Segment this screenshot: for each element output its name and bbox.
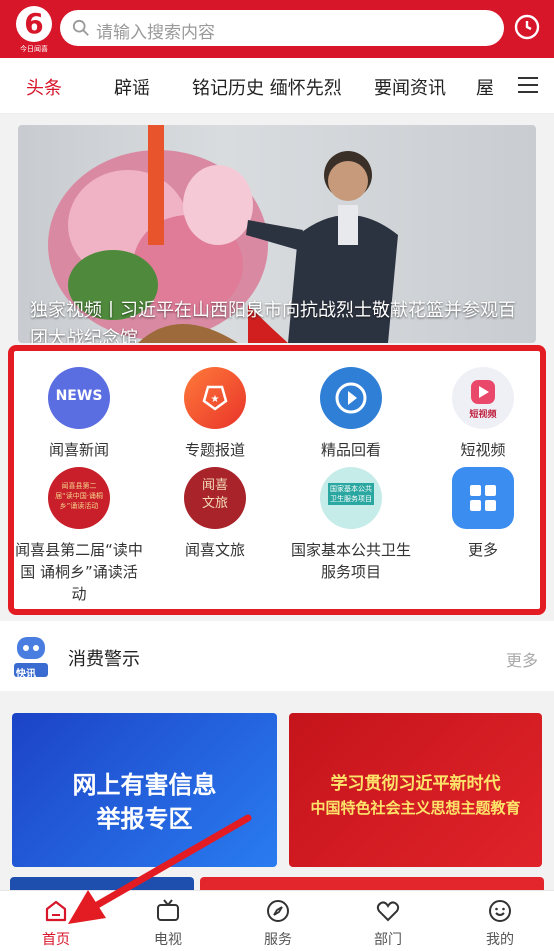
grid-item-wenxi-news[interactable]: NEWS 闻喜新闻 [14, 367, 144, 461]
grid-apps-icon [452, 467, 514, 529]
search-icon [72, 19, 89, 36]
banner-caption: 独家视频丨习近平在山西阳泉市向抗战烈士敬献花篮并参观百团大战纪念馆 [30, 300, 516, 343]
nav-label: 服务 [264, 932, 292, 948]
card-title: 学习贯彻习近平新时代 [330, 774, 501, 794]
clock-icon[interactable] [514, 14, 540, 40]
channel-tabs: 头条 辟谣 铭记历史 缅怀先烈 要闻资讯 屋 [0, 58, 554, 114]
badge-icon: ★ [184, 367, 246, 429]
nav-profile[interactable]: 我的 [470, 897, 530, 949]
public-health-icon: 国家基本公共卫生服务项目 [320, 467, 382, 529]
grid-item-public-health[interactable]: 国家基本公共卫生服务项目 国家基本公共卫生服务项目 [286, 467, 416, 583]
card-peek[interactable] [10, 877, 194, 890]
tab-rumor[interactable]: 辟谣 [114, 74, 150, 100]
search-input[interactable]: 请输入搜索内容 [60, 10, 504, 46]
tab-headline[interactable]: 头条 [26, 74, 62, 100]
grid-item-reading-event[interactable]: 闻喜县第二届“读中国·诵桐乡”诵读活动 闻喜县第二届“读中国 诵桐乡”诵读活动 [14, 467, 144, 605]
nav-home[interactable]: 首页 [26, 897, 86, 949]
alert-text: 消费警示 [68, 649, 140, 670]
grid-item-culture-tourism[interactable]: 闻喜文旅 闻喜文旅 [150, 467, 280, 561]
bottom-nav: 首页 电视 服务 部门 我的 [0, 890, 554, 951]
svg-text:★: ★ [211, 394, 220, 405]
logo-mark: 6 [16, 6, 52, 42]
app-header: 6 今日闻喜 请输入搜索内容 [0, 0, 554, 58]
grid-label: 更多 [467, 541, 498, 559]
robot-label: 快讯 [16, 669, 36, 680]
grid-label: 专题报道 [184, 441, 245, 459]
grid-label: 闻喜文旅 [184, 541, 245, 559]
alert-bar[interactable]: 快讯 消费警示 更多 [0, 621, 554, 691]
nav-tv[interactable]: 电视 [138, 897, 198, 949]
nav-label: 电视 [154, 932, 182, 948]
news-icon: NEWS [48, 367, 110, 429]
nav-service[interactable]: 服务 [248, 897, 308, 949]
headline-banner[interactable]: 独家视频丨习近平在山西阳泉市向抗战烈士敬献花篮并参观百团大战纪念馆 [18, 125, 536, 343]
study-card[interactable]: 学习贯彻习近平新时代 中国特色社会主义思想主题教育 [289, 713, 542, 867]
card-subtitle: 中国特色社会主义思想主题教育 [310, 799, 521, 817]
tv-icon [157, 899, 179, 921]
search-placeholder: 请输入搜索内容 [96, 23, 215, 43]
card-peek[interactable] [200, 877, 544, 890]
tab-news[interactable]: 要闻资讯 [374, 74, 446, 100]
nav-department[interactable]: 部门 [358, 897, 418, 949]
more-link[interactable]: 更多 [506, 647, 538, 671]
app-logo[interactable]: 6 今日闻喜 [12, 6, 56, 54]
card-subtitle: 举报专区 [96, 805, 193, 833]
grid-label: 闻喜县第二届“读中国 诵桐乡”诵读活动 [15, 541, 143, 603]
menu-icon[interactable] [518, 76, 538, 94]
nav-label: 我的 [486, 932, 514, 948]
nav-label: 首页 [42, 932, 70, 948]
grid-item-special-report[interactable]: ★ 专题报道 [150, 367, 280, 461]
replay-icon [320, 367, 382, 429]
main-content: 独家视频丨习近平在山西阳泉市向抗战烈士敬献花篮并参观百团大战纪念馆 NEWS 闻… [0, 115, 554, 890]
short-video-icon: 短视频 [452, 367, 514, 429]
compass-icon [267, 900, 289, 922]
grid-item-more[interactable]: 更多 [418, 467, 548, 561]
nav-label: 部门 [374, 932, 402, 948]
grid-label: 短视频 [460, 441, 506, 459]
tab-partial[interactable]: 屋 [476, 74, 494, 100]
culture-tourism-icon: 闻喜文旅 [184, 467, 246, 529]
grid-item-replay[interactable]: 精品回看 [286, 367, 416, 461]
logo-text: 今日闻喜 [20, 45, 48, 53]
home-icon [45, 900, 67, 922]
grid-label: 国家基本公共卫生服务项目 [290, 541, 411, 581]
report-card[interactable]: 网上有害信息 举报专区 [12, 713, 277, 867]
heart-icon [376, 901, 400, 922]
reading-event-icon: 闻喜县第二届“读中国·诵桐乡”诵读活动 [48, 467, 110, 529]
feature-grid: NEWS 闻喜新闻 ★ 专题报道 精品回看 短视频 短视频 闻喜县第二届“读中国… [8, 345, 546, 615]
card-title: 网上有害信息 [72, 771, 217, 799]
grid-label: 闻喜新闻 [48, 441, 109, 459]
grid-label: 精品回看 [320, 441, 381, 459]
tab-history[interactable]: 铭记历史 缅怀先烈 [192, 74, 342, 100]
grid-item-short-video[interactable]: 短视频 短视频 [418, 367, 548, 461]
smile-icon [489, 900, 511, 922]
